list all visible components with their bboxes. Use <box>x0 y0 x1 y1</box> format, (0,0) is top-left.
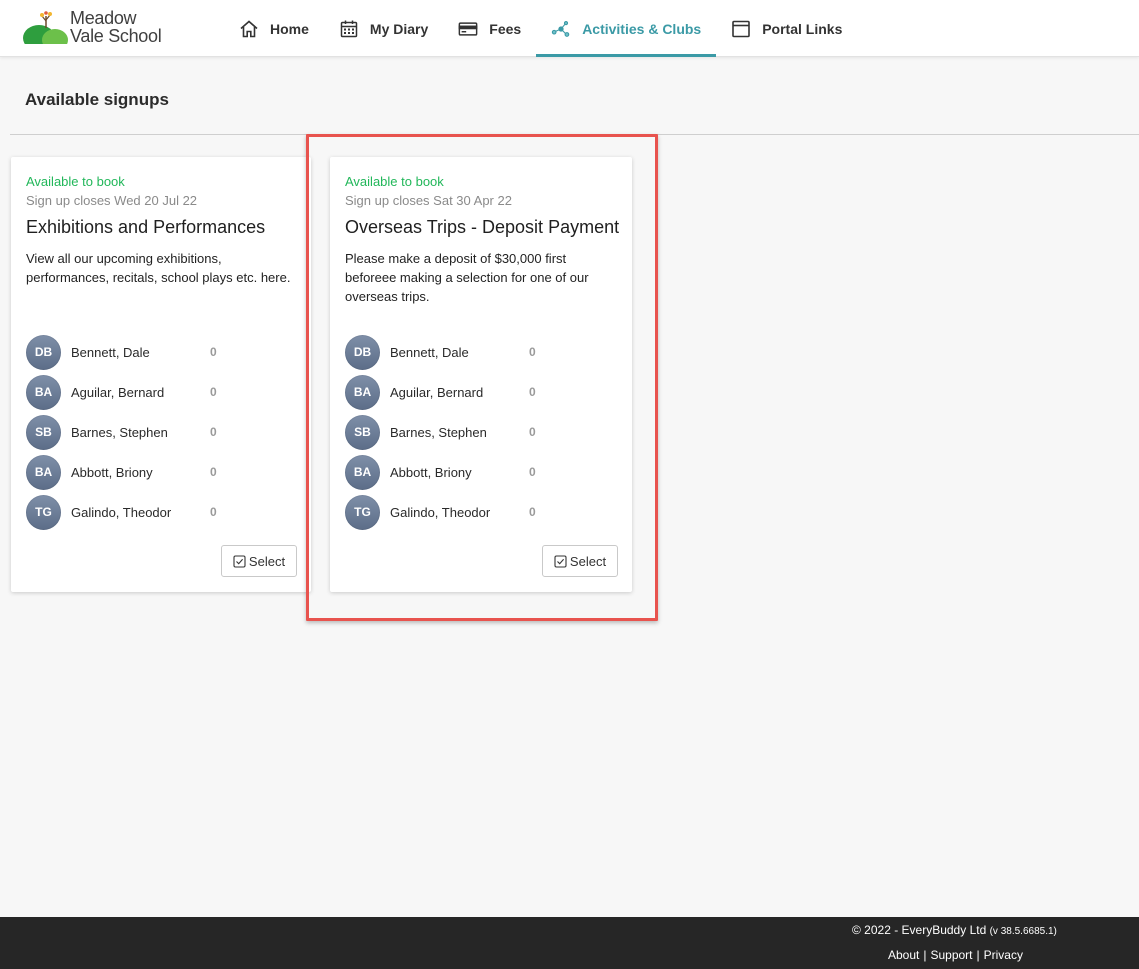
nav-item-fees-label: Fees <box>489 20 522 37</box>
student-name: Bennett, Dale <box>71 344 150 360</box>
main-nav: Home My Diary Fees Activities & Clubs Po… <box>224 0 857 57</box>
checkbox-icon <box>554 554 567 568</box>
student-name: Galindo, Theodor <box>390 504 491 520</box>
avatar: TG <box>26 494 61 530</box>
avatar: TG <box>345 494 380 530</box>
select-button[interactable]: Select <box>542 545 618 577</box>
school-logo[interactable]: Meadow Vale School <box>22 8 172 48</box>
avatar: DB <box>26 334 61 370</box>
credit-card-icon <box>458 19 478 39</box>
school-name-line1: Meadow <box>70 8 137 28</box>
footer-link-support[interactable]: Support <box>930 948 972 962</box>
student-count: 0 <box>210 345 217 359</box>
window-icon <box>731 19 751 39</box>
page-title: Available signups <box>25 90 169 109</box>
signup-title: Overseas Trips - Deposit Payment <box>345 217 620 237</box>
school-name-line2: Vale School <box>70 26 162 46</box>
select-button-label: Select <box>569 553 607 569</box>
footer-links: About | Support | Privacy <box>888 948 1023 962</box>
student-row: SB Barnes, Stephen 0 <box>26 412 296 452</box>
footer-link-privacy[interactable]: Privacy <box>984 948 1023 962</box>
nav-item-fees[interactable]: Fees <box>443 0 536 57</box>
nav-item-activities-clubs[interactable]: Activities & Clubs <box>536 0 717 57</box>
footer-separator: | <box>923 948 927 962</box>
signup-close-date: Sign up closes Sat 30 Apr 22 <box>345 193 512 208</box>
student-row: BA Abbott, Briony 0 <box>26 452 296 492</box>
student-count: 0 <box>210 425 217 439</box>
version-label: (v 38.5.6685.1) <box>989 926 1057 937</box>
avatar: BA <box>26 454 61 490</box>
availability-status: Available to book <box>345 174 444 189</box>
student-count: 0 <box>210 505 217 519</box>
home-icon <box>239 19 259 39</box>
avatar: DB <box>345 334 380 370</box>
network-icon <box>551 19 571 39</box>
student-count: 0 <box>529 345 536 359</box>
student-count: 0 <box>529 505 536 519</box>
checkbox-icon <box>233 554 246 568</box>
school-name: Meadow Vale School <box>70 8 162 46</box>
student-row: BA Aguilar, Bernard 0 <box>26 372 296 412</box>
avatar: SB <box>26 414 61 450</box>
student-list: DB Bennett, Dale 0 BA Aguilar, Bernard 0… <box>26 332 296 532</box>
footer-link-about[interactable]: About <box>888 948 919 962</box>
select-button[interactable]: Select <box>221 545 297 577</box>
signup-description: View all our upcoming exhibitions, perfo… <box>26 251 291 285</box>
student-count: 0 <box>529 465 536 479</box>
student-count: 0 <box>529 425 536 439</box>
student-row: DB Bennett, Dale 0 <box>345 332 615 372</box>
copyright-label: © 2022 - EveryBuddy Ltd <box>852 923 987 937</box>
student-count: 0 <box>529 385 536 399</box>
nav-item-activities-clubs-label: Activities & Clubs <box>582 20 702 37</box>
nav-item-my-diary-label: My Diary <box>369 20 429 37</box>
student-name: Abbott, Briony <box>390 464 472 480</box>
student-list: DB Bennett, Dale 0 BA Aguilar, Bernard 0… <box>345 332 615 532</box>
signup-card: Available to book Sign up closes Wed 20 … <box>11 157 311 592</box>
student-count: 0 <box>210 385 217 399</box>
avatar: BA <box>345 374 380 410</box>
signup-description: Please make a deposit of $30,000 first b… <box>345 251 589 304</box>
calendar-icon <box>339 19 359 39</box>
section-divider <box>10 134 1139 135</box>
footer-separator: | <box>976 948 980 962</box>
nav-item-portal-links-label: Portal Links <box>762 20 843 37</box>
availability-status: Available to book <box>26 174 125 189</box>
student-name: Barnes, Stephen <box>71 424 168 440</box>
student-count: 0 <box>210 465 217 479</box>
student-name: Aguilar, Bernard <box>390 384 484 400</box>
nav-item-my-diary[interactable]: My Diary <box>324 0 443 57</box>
select-button-label: Select <box>248 553 286 569</box>
student-row: BA Abbott, Briony 0 <box>345 452 615 492</box>
footer: © 2022 - EveryBuddy Ltd (v 38.5.6685.1) … <box>0 917 1139 969</box>
student-row: BA Aguilar, Bernard 0 <box>345 372 615 412</box>
avatar: SB <box>345 414 380 450</box>
student-name: Barnes, Stephen <box>390 424 487 440</box>
student-name: Abbott, Briony <box>71 464 153 480</box>
nav-item-home-label: Home <box>270 20 309 37</box>
hills-logo-icon <box>23 11 68 44</box>
avatar: BA <box>345 454 380 490</box>
signup-title: Exhibitions and Performances <box>26 217 266 237</box>
signup-close-date: Sign up closes Wed 20 Jul 22 <box>26 193 198 208</box>
student-row: TG Galindo, Theodor 0 <box>345 492 615 532</box>
student-row: DB Bennett, Dale 0 <box>26 332 296 372</box>
copyright-text: © 2022 - EveryBuddy Ltd (v 38.5.6685.1) <box>852 923 1057 937</box>
signup-card: Available to book Sign up closes Sat 30 … <box>330 157 632 592</box>
avatar: BA <box>26 374 61 410</box>
student-name: Bennett, Dale <box>390 344 469 360</box>
nav-item-home[interactable]: Home <box>224 0 324 57</box>
student-name: Aguilar, Bernard <box>71 384 165 400</box>
student-name: Galindo, Theodor <box>71 504 172 520</box>
nav-item-portal-links[interactable]: Portal Links <box>716 0 857 57</box>
student-row: SB Barnes, Stephen 0 <box>345 412 615 452</box>
student-row: TG Galindo, Theodor 0 <box>26 492 296 532</box>
top-navigation-bar: Meadow Vale School Home My Diary Fees Ac… <box>0 0 1139 57</box>
